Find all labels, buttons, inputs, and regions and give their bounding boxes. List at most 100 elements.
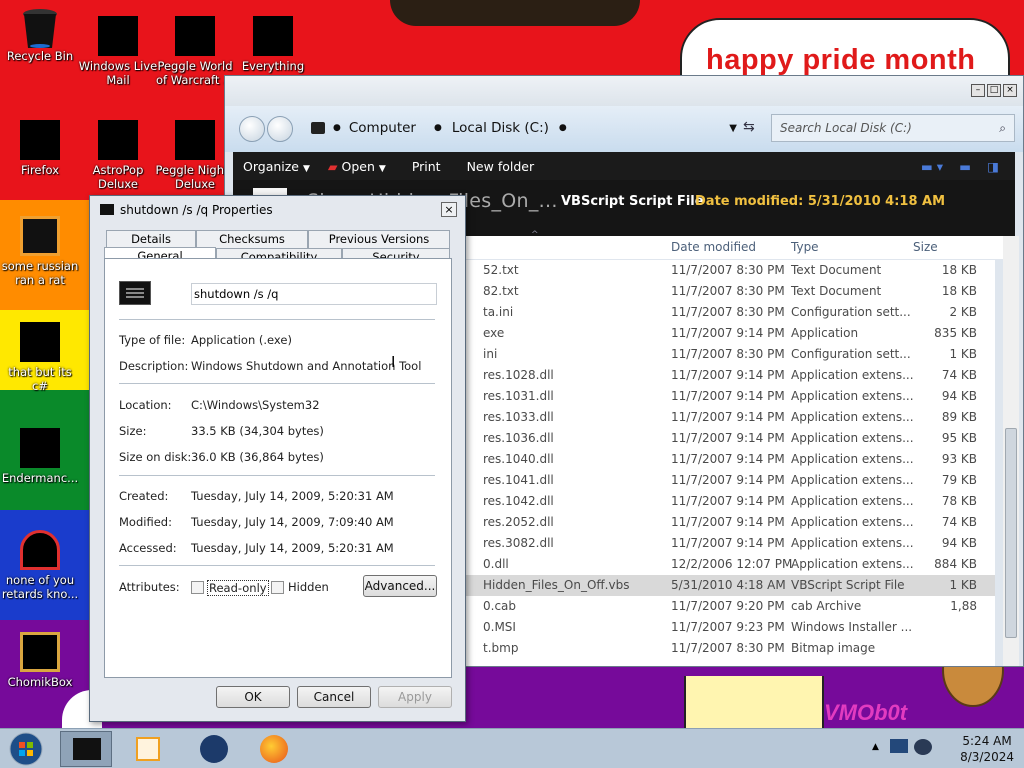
volume-icon[interactable] bbox=[914, 739, 932, 755]
cancel-button[interactable]: Cancel bbox=[297, 686, 371, 708]
clock[interactable]: 5:24 AM 8/3/2024 bbox=[960, 733, 1014, 765]
taskbar-explorer-button[interactable] bbox=[60, 731, 112, 767]
location-value: C:\Windows\System32 bbox=[191, 398, 320, 412]
file-name-cell: res.1033.dll bbox=[483, 410, 554, 424]
desktop-icon-russian-rat[interactable]: some russian ran a rat bbox=[0, 216, 80, 287]
file-name-field[interactable]: shutdown /s /q bbox=[191, 283, 437, 305]
taskbar-globe-button[interactable] bbox=[186, 731, 238, 767]
file-size-cell: 94 KB bbox=[941, 536, 977, 550]
open-button[interactable]: ▰ Open ▼ bbox=[320, 159, 396, 174]
taskbar-firefox-button[interactable] bbox=[248, 731, 300, 767]
file-date-cell: 11/7/2007 9:23 PM bbox=[671, 620, 785, 634]
text-cursor-icon: I bbox=[391, 353, 396, 371]
scrollbar-thumb[interactable] bbox=[1005, 428, 1017, 638]
dialog-close-button[interactable]: × bbox=[441, 202, 457, 217]
file-date-cell: 11/7/2007 9:14 PM bbox=[671, 326, 785, 340]
column-type[interactable]: Type bbox=[791, 240, 819, 254]
organize-button[interactable]: Organize ▼ bbox=[233, 159, 320, 174]
accessed-label: Accessed: bbox=[119, 541, 177, 555]
desktop-icon-chomikbox[interactable]: ChomikBox bbox=[0, 632, 80, 689]
network-icon[interactable] bbox=[890, 739, 908, 753]
address-dropdown-icon[interactable]: ▼ bbox=[729, 123, 737, 134]
breadcrumb-separator-icon[interactable]: ● bbox=[434, 123, 442, 133]
desktop-icon-everything[interactable]: Everything bbox=[233, 16, 313, 73]
file-name-cell: Hidden_Files_On_Off.vbs bbox=[483, 578, 630, 592]
hidden-label[interactable]: Hidden bbox=[288, 580, 329, 594]
file-date-cell: 11/7/2007 8:30 PM bbox=[671, 263, 785, 277]
taskbar-media-player-button[interactable] bbox=[122, 731, 174, 767]
advanced-button[interactable]: Advanced... bbox=[363, 575, 437, 597]
file-type-cell: Configuration sett... bbox=[791, 305, 911, 319]
firefox-icon bbox=[260, 735, 288, 763]
address-bar[interactable]: ● Computer ● Local Disk (C:) ● ▼ bbox=[311, 114, 751, 142]
file-date-cell: 11/7/2007 8:30 PM bbox=[671, 284, 785, 298]
forward-button[interactable] bbox=[267, 116, 293, 142]
read-only-label[interactable]: Read-only bbox=[207, 580, 269, 596]
file-size-cell: 95 KB bbox=[941, 431, 977, 445]
firefox-icon bbox=[20, 120, 60, 160]
file-type-cell: Text Document bbox=[791, 263, 882, 277]
breadcrumb-local-disk[interactable]: Local Disk (C:) bbox=[452, 120, 549, 136]
start-button[interactable] bbox=[4, 731, 48, 767]
apply-button[interactable]: Apply bbox=[378, 686, 452, 708]
vertical-scrollbar[interactable] bbox=[1003, 236, 1019, 666]
back-button[interactable] bbox=[239, 116, 265, 142]
maximize-button[interactable]: □ bbox=[987, 84, 1001, 97]
desktop-icon-firefox[interactable]: Firefox bbox=[0, 120, 80, 177]
file-date-cell: 11/7/2007 8:30 PM bbox=[671, 641, 785, 655]
dialog-titlebar[interactable]: shutdown /s /q Properties × bbox=[90, 196, 465, 224]
file-size-cell: 18 KB bbox=[941, 263, 977, 277]
new-folder-button[interactable]: New folder bbox=[451, 159, 545, 174]
desktop-icon-astropop[interactable]: AstroPop Deluxe bbox=[78, 120, 158, 191]
file-type-cell: Text Document bbox=[791, 284, 882, 298]
desktop-icon-csharp[interactable]: that but its c# bbox=[0, 322, 80, 393]
properties-dialog[interactable]: shutdown /s /q Properties × Details Chec… bbox=[89, 195, 466, 722]
view-icon[interactable]: ▬ ▾ bbox=[911, 159, 953, 174]
breadcrumb-separator-icon[interactable]: ● bbox=[559, 123, 567, 133]
breadcrumb-separator-icon[interactable]: ● bbox=[333, 123, 341, 133]
explorer-titlebar[interactable]: – □ × bbox=[225, 76, 1023, 106]
desktop-icon-windows-live-mail[interactable]: Windows Live Mail bbox=[78, 16, 158, 87]
tray-expand-icon[interactable]: ▲ bbox=[872, 742, 879, 752]
tab-details[interactable]: Details bbox=[106, 230, 196, 248]
hidden-checkbox[interactable] bbox=[271, 581, 284, 594]
desktop-icon-none-of-you[interactable]: none of you retards kno... bbox=[0, 530, 80, 601]
column-date-modified[interactable]: Date modified bbox=[671, 240, 756, 254]
computer-icon bbox=[311, 122, 325, 134]
desktop-icon-label: ChomikBox bbox=[7, 675, 73, 689]
file-type-cell: Application extens... bbox=[791, 536, 914, 550]
wallpaper-bottom-shape bbox=[684, 676, 824, 728]
desktop-icon-peggle-wow[interactable]: Peggle World of Warcraft ... bbox=[155, 16, 235, 87]
file-date-cell: 11/7/2007 9:14 PM bbox=[671, 494, 785, 508]
refresh-icon[interactable]: ⇆ bbox=[743, 119, 755, 135]
minimize-button[interactable]: – bbox=[971, 84, 985, 97]
print-button[interactable]: Print bbox=[396, 159, 451, 174]
tab-checksums[interactable]: Checksums bbox=[196, 230, 308, 248]
media-player-icon bbox=[136, 737, 160, 761]
tab-previous-versions[interactable]: Previous Versions bbox=[308, 230, 450, 248]
file-type-cell: cab Archive bbox=[791, 599, 862, 613]
file-type-cell: Application extens... bbox=[791, 452, 914, 466]
file-name-cell: res.1031.dll bbox=[483, 389, 554, 403]
file-size-cell: 78 KB bbox=[941, 494, 977, 508]
read-only-checkbox[interactable] bbox=[191, 581, 204, 594]
search-icon[interactable]: ⌕ bbox=[999, 121, 1006, 136]
file-type-cell: Application extens... bbox=[791, 410, 914, 424]
file-name-cell: res.1028.dll bbox=[483, 368, 554, 382]
separator bbox=[119, 565, 435, 566]
desktop-icon-peggle-nights[interactable]: Peggle Nights Deluxe bbox=[155, 120, 235, 191]
breadcrumb-computer[interactable]: Computer bbox=[349, 120, 416, 136]
exe-file-icon-lines bbox=[126, 288, 144, 290]
file-size-cell: 74 KB bbox=[941, 368, 977, 382]
ok-button[interactable]: OK bbox=[216, 686, 290, 708]
column-size[interactable]: Size bbox=[913, 240, 938, 254]
help-icon[interactable]: ◨ bbox=[977, 159, 1009, 174]
close-button[interactable]: × bbox=[1003, 84, 1017, 97]
file-type-cell: Application extens... bbox=[791, 557, 914, 571]
app-icon bbox=[100, 204, 114, 215]
search-input[interactable]: Search Local Disk (C:) ⌕ bbox=[771, 114, 1015, 142]
desktop-icon-recycle-bin[interactable]: Recycle Bin bbox=[0, 6, 80, 63]
file-size-cell: 835 KB bbox=[934, 326, 977, 340]
file-date-cell: 5/31/2010 4:18 AM bbox=[671, 578, 786, 592]
desktop-icon-endermanc[interactable]: Endermanc... bbox=[0, 428, 80, 485]
